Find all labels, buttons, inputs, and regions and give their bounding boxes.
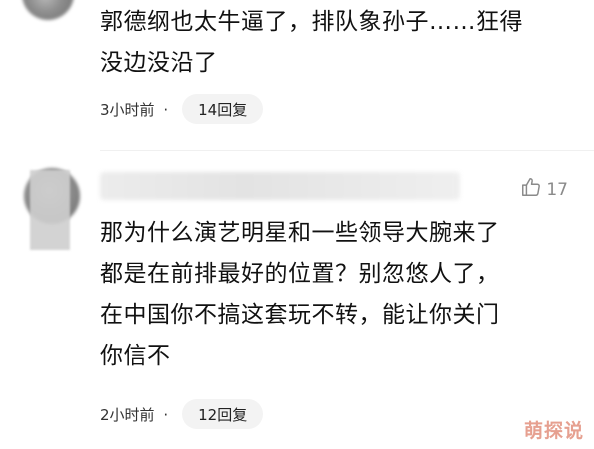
comment-meta: 3小时前 · 14回复 — [100, 94, 264, 124]
comment-meta: 2小时前 · 12回复 — [100, 399, 264, 429]
comment-1: 郭德纲也太牛逼了，排队象孙子……狂得 没边没沿了 3小时前 · 14回复 — [0, 0, 594, 150]
like-count: 17 — [546, 179, 568, 200]
comment-time: 2小时前 · — [100, 404, 168, 425]
thumbs-up-icon — [520, 176, 542, 203]
reply-count-button[interactable]: 12回复 — [182, 399, 264, 429]
separator-dot: · — [163, 100, 169, 119]
time-text: 3小时前 — [100, 100, 155, 119]
comment-text-line: 都是在前排最好的位置？别忽悠人了， — [100, 261, 500, 287]
comment-divider — [100, 150, 594, 151]
username-redacted — [100, 172, 460, 200]
comment-text-line: 在中国你不搞这套玩不转，能让你关门 — [100, 302, 500, 328]
comment-text: 那为什么演艺明星和一些领导大腕来了 都是在前排最好的位置？别忽悠人了， 在中国你… — [100, 213, 570, 377]
comment-text-line: 郭德纲也太牛逼了，排队象孙子……狂得 — [100, 9, 523, 35]
avatar-blur — [30, 170, 70, 250]
watermark-logo: 萌探说 — [523, 420, 584, 442]
commenter-avatar[interactable] — [22, 0, 74, 20]
comment-time: 3小时前 · — [100, 99, 168, 120]
comment-text: 郭德纲也太牛逼了，排队象孙子……狂得 没边没沿了 — [100, 2, 570, 84]
comment-text-line: 没边没沿了 — [100, 50, 218, 76]
reply-count-button[interactable]: 14回复 — [182, 94, 264, 124]
comment-text-line: 你信不 — [100, 343, 171, 369]
like-button[interactable]: 17 — [520, 176, 568, 203]
time-text: 2小时前 — [100, 405, 155, 424]
comment-text-line: 那为什么演艺明星和一些领导大腕来了 — [100, 220, 500, 246]
separator-dot: · — [163, 405, 169, 424]
